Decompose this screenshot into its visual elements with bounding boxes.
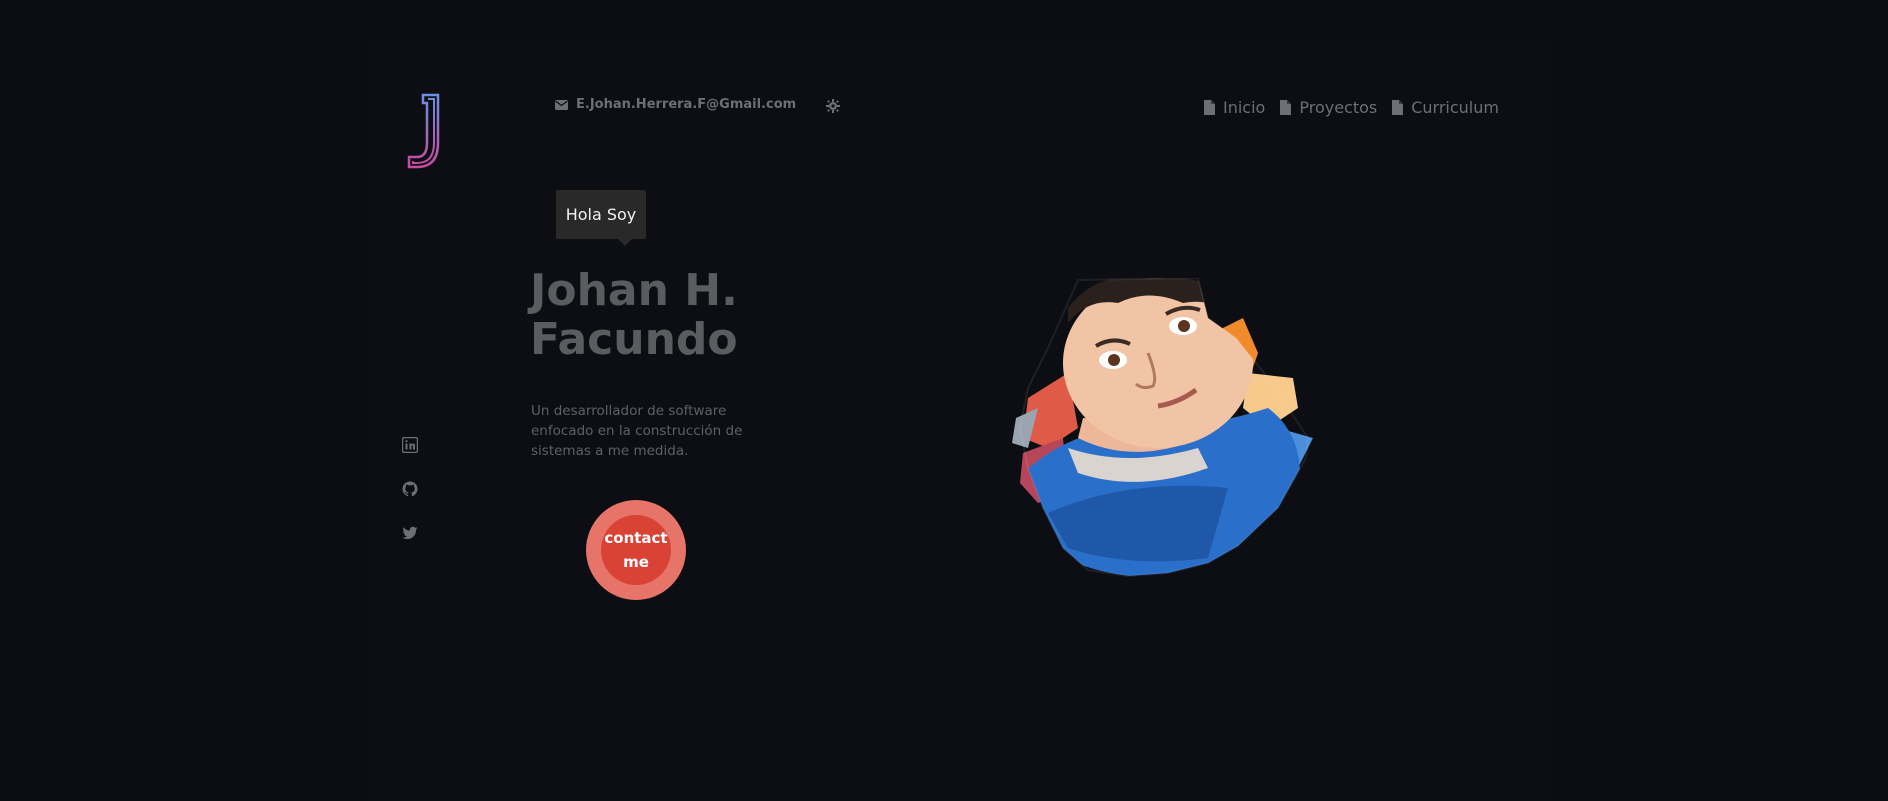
hero-description: Un desarrollador de software enfocado en… bbox=[531, 403, 743, 459]
nav-item-proyectos[interactable]: Proyectos bbox=[1280, 98, 1377, 117]
nav-label: Proyectos bbox=[1299, 98, 1378, 117]
nav-item-inicio[interactable]: Inicio bbox=[1204, 98, 1265, 117]
avatar-illustration bbox=[1012, 278, 1313, 578]
github-icon[interactable] bbox=[402, 481, 418, 497]
greeting-tooltip: Hola Soy bbox=[556, 190, 646, 246]
envelope-icon bbox=[555, 99, 568, 110]
hero-name-line2: Facundo bbox=[530, 314, 738, 365]
nav-item-curriculum[interactable]: Curriculum bbox=[1392, 98, 1499, 117]
hero-name-line1: Johan H. bbox=[530, 265, 738, 316]
page: E.Johan.Herrera.F@Gmail.com Inicio Proye… bbox=[0, 0, 1888, 801]
contact-label-line1: contact bbox=[604, 529, 668, 547]
twitter-icon[interactable] bbox=[402, 525, 418, 541]
theme-toggle-icon[interactable] bbox=[826, 99, 840, 113]
hero-name: Johan H. Facundo bbox=[530, 266, 738, 364]
nav-label: Curriculum bbox=[1411, 98, 1499, 117]
file-icon bbox=[1392, 100, 1404, 115]
contact-me-button[interactable]: contact me bbox=[586, 500, 686, 600]
logo-j-icon[interactable] bbox=[405, 93, 445, 171]
file-icon bbox=[1280, 100, 1292, 115]
linkedin-icon[interactable] bbox=[402, 437, 418, 453]
email-link[interactable]: E.Johan.Herrera.F@Gmail.com bbox=[555, 97, 796, 112]
email-text: E.Johan.Herrera.F@Gmail.com bbox=[576, 97, 797, 112]
contact-me-inner: contact me bbox=[601, 515, 671, 585]
nav-label: Inicio bbox=[1223, 98, 1266, 117]
main-nav: Inicio Proyectos Curriculum bbox=[1204, 98, 1499, 117]
file-icon bbox=[1204, 100, 1215, 115]
contact-label-line2: me bbox=[623, 553, 649, 571]
